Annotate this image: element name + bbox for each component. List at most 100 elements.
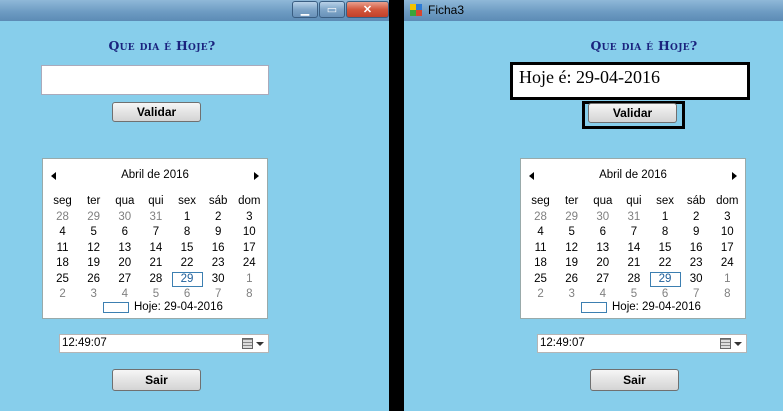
month-calendar[interactable]: Abril de 2016 seg ter qua qui sex sáb do… <box>520 158 746 319</box>
calendar-day[interactable]: 9 <box>681 225 712 241</box>
time-picker[interactable]: 12:49:07 <box>537 334 747 353</box>
validate-button[interactable]: Validar <box>112 102 201 122</box>
date-result-field[interactable]: Hoje é: 29-04-2016 <box>510 62 750 100</box>
calendar-day[interactable]: 29 <box>78 210 109 226</box>
calendar-day[interactable]: 30 <box>203 272 234 288</box>
next-month-icon[interactable] <box>732 172 737 180</box>
calendar-day[interactable]: 28 <box>525 210 556 226</box>
calendar-day[interactable]: 16 <box>681 241 712 257</box>
calendar-day[interactable]: 25 <box>47 272 78 288</box>
calendar-day-today[interactable]: 29 <box>171 271 203 287</box>
calendar-day[interactable]: 25 <box>525 272 556 288</box>
calendar-day[interactable]: 8 <box>712 287 743 303</box>
calendar-day[interactable]: 11 <box>525 241 556 257</box>
calendar-day[interactable]: 26 <box>78 272 109 288</box>
calendar-day[interactable]: 15 <box>650 241 681 257</box>
calendar-day[interactable]: 22 <box>650 256 681 272</box>
calendar-day[interactable]: 22 <box>172 256 203 272</box>
calendar-day[interactable]: 10 <box>234 225 265 241</box>
calendar-day[interactable]: 1 <box>650 210 681 226</box>
calendar-day[interactable]: 7 <box>140 225 171 241</box>
calendar-day[interactable]: 12 <box>78 241 109 257</box>
month-calendar[interactable]: Abril de 2016 seg ter qua qui sex sáb do… <box>42 158 268 319</box>
calendar-day[interactable]: 8 <box>234 287 265 303</box>
calendar-day[interactable]: 23 <box>681 256 712 272</box>
time-picker[interactable]: 12:49:07 <box>59 334 269 353</box>
validate-button[interactable]: Validar <box>588 103 677 123</box>
calendar-day[interactable]: 13 <box>587 241 618 257</box>
calendar-day[interactable]: 2 <box>47 287 78 303</box>
calendar-day[interactable]: 4 <box>525 225 556 241</box>
calendar-dropdown-icon[interactable] <box>720 338 731 349</box>
calendar-day[interactable]: 30 <box>109 210 140 226</box>
calendar-day[interactable]: 1 <box>172 210 203 226</box>
calendar-day[interactable]: 6 <box>587 225 618 241</box>
calendar-day[interactable]: 4 <box>47 225 78 241</box>
calendar-day[interactable]: 23 <box>203 256 234 272</box>
calendar-day[interactable]: 14 <box>618 241 649 257</box>
date-input[interactable] <box>41 65 269 95</box>
calendar-day[interactable]: 2 <box>525 287 556 303</box>
calendar-day[interactable]: 5 <box>556 225 587 241</box>
calendar-today-link[interactable]: Hoje: 29-04-2016 <box>103 301 223 313</box>
calendar-day[interactable]: 2 <box>203 210 234 226</box>
calendar-day-today[interactable]: 29 <box>649 271 681 287</box>
calendar-day[interactable]: 16 <box>203 241 234 257</box>
calendar-header: Abril de 2016 <box>521 169 745 183</box>
calendar-day[interactable]: 21 <box>618 256 649 272</box>
calendar-day[interactable]: 9 <box>203 225 234 241</box>
chevron-down-icon[interactable] <box>734 342 742 346</box>
maximize-button[interactable]: ▭ <box>319 1 345 18</box>
calendar-day[interactable]: 14 <box>140 241 171 257</box>
calendar-day[interactable]: 17 <box>234 241 265 257</box>
close-button[interactable]: ✕ <box>346 1 389 18</box>
calendar-day[interactable]: 8 <box>172 225 203 241</box>
prev-month-icon[interactable] <box>529 172 534 180</box>
calendar-day[interactable]: 15 <box>172 241 203 257</box>
calendar-day[interactable]: 31 <box>140 210 171 226</box>
calendar-day[interactable]: 24 <box>234 256 265 272</box>
calendar-day[interactable]: 6 <box>109 225 140 241</box>
left-titlebar[interactable]: ▁ ▭ ✕ <box>0 0 395 21</box>
chevron-down-icon[interactable] <box>256 342 264 346</box>
calendar-day[interactable]: 24 <box>712 256 743 272</box>
calendar-day[interactable]: 31 <box>618 210 649 226</box>
minimize-button[interactable]: ▁ <box>292 1 318 18</box>
calendar-day[interactable]: 11 <box>47 241 78 257</box>
calendar-day[interactable]: 18 <box>525 256 556 272</box>
calendar-day[interactable]: 17 <box>712 241 743 257</box>
calendar-day[interactable]: 1 <box>234 272 265 288</box>
calendar-day[interactable]: 13 <box>109 241 140 257</box>
calendar-day[interactable]: 26 <box>556 272 587 288</box>
right-titlebar[interactable]: Ficha3 <box>404 0 783 21</box>
calendar-day[interactable]: 3 <box>712 210 743 226</box>
calendar-day[interactable]: 12 <box>556 241 587 257</box>
calendar-day[interactable]: 5 <box>78 225 109 241</box>
calendar-day[interactable]: 28 <box>47 210 78 226</box>
calendar-day[interactable]: 28 <box>618 272 649 288</box>
calendar-day[interactable]: 8 <box>650 225 681 241</box>
calendar-day[interactable]: 19 <box>78 256 109 272</box>
calendar-day[interactable]: 30 <box>587 210 618 226</box>
calendar-day[interactable]: 1 <box>712 272 743 288</box>
exit-button[interactable]: Sair <box>112 369 201 391</box>
calendar-day[interactable]: 18 <box>47 256 78 272</box>
calendar-dropdown-icon[interactable] <box>242 338 253 349</box>
calendar-day[interactable]: 10 <box>712 225 743 241</box>
calendar-day[interactable]: 30 <box>681 272 712 288</box>
calendar-day[interactable]: 19 <box>556 256 587 272</box>
calendar-today-link[interactable]: Hoje: 29-04-2016 <box>581 301 701 313</box>
calendar-day[interactable]: 3 <box>234 210 265 226</box>
calendar-day[interactable]: 7 <box>618 225 649 241</box>
next-month-icon[interactable] <box>254 172 259 180</box>
calendar-day[interactable]: 29 <box>556 210 587 226</box>
prev-month-icon[interactable] <box>51 172 56 180</box>
calendar-day[interactable]: 20 <box>109 256 140 272</box>
calendar-day[interactable]: 27 <box>587 272 618 288</box>
calendar-day[interactable]: 27 <box>109 272 140 288</box>
calendar-day[interactable]: 21 <box>140 256 171 272</box>
calendar-day[interactable]: 28 <box>140 272 171 288</box>
calendar-day[interactable]: 2 <box>681 210 712 226</box>
exit-button[interactable]: Sair <box>590 369 679 391</box>
calendar-day[interactable]: 20 <box>587 256 618 272</box>
